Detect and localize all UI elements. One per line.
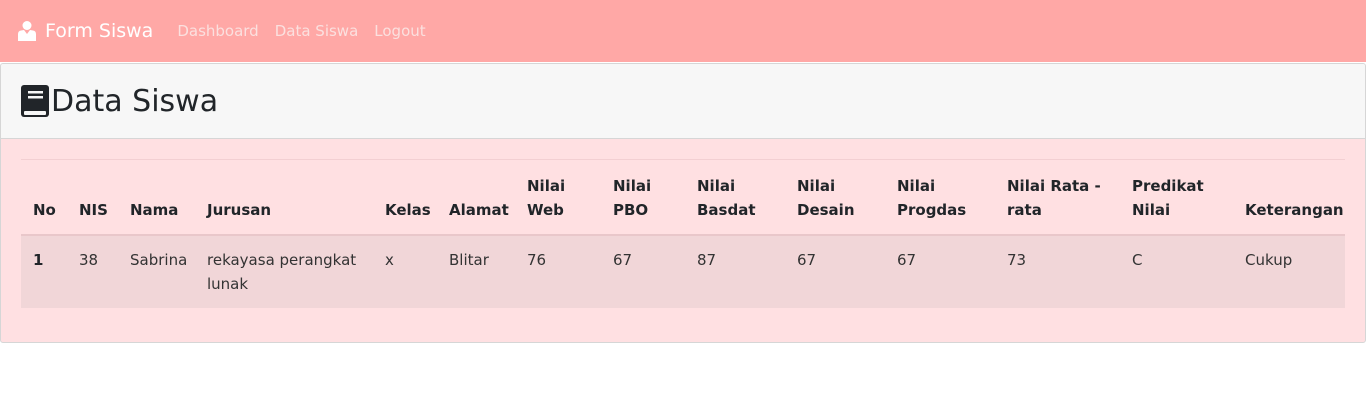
cell-nilai-web: 76 (515, 234, 601, 308)
cell-nilai-rata: 73 (995, 234, 1120, 308)
navbar: Form Siswa Dashboard Data Siswa Logout (0, 0, 1366, 62)
cell-jurusan: rekayasa perangkat lunak (195, 234, 373, 308)
cell-nama: Sabrina (118, 234, 195, 308)
brand-link[interactable]: Form Siswa (16, 20, 153, 42)
col-header: NIS (67, 159, 118, 236)
col-header: Nama (118, 159, 195, 236)
col-header: Alamat (437, 159, 515, 236)
cell-kelas: x (373, 234, 437, 308)
card-header: Data Siswa (1, 64, 1365, 139)
col-header: Keterangan (1233, 159, 1345, 236)
cell-nilai-basdat: 87 (685, 234, 785, 308)
col-header: Jurusan (195, 159, 373, 236)
student-table: No NIS Nama Jurusan Kelas Alamat Nilai W… (21, 159, 1345, 308)
card-body: No NIS Nama Jurusan Kelas Alamat Nilai W… (1, 139, 1365, 308)
col-header: Nilai Web (515, 159, 601, 236)
col-header: Kelas (373, 159, 437, 236)
page-title: Data Siswa (51, 83, 219, 119)
nav-dashboard[interactable]: Dashboard (177, 22, 258, 40)
cell-no: 1 (21, 234, 67, 308)
cell-alamat: Blitar (437, 234, 515, 308)
cell-nilai-progdas: 67 (885, 234, 995, 308)
col-header: Nilai Desain (785, 159, 885, 236)
col-header: Nilai PBO (601, 159, 685, 236)
col-header: Nilai Rata - rata (995, 159, 1120, 236)
nav-data-siswa[interactable]: Data Siswa (275, 22, 359, 40)
brand-title: Form Siswa (45, 20, 154, 42)
cell-nilai-desain: 67 (785, 234, 885, 308)
book-icon (21, 85, 49, 117)
col-header: Nilai Progdas (885, 159, 995, 236)
cell-keterangan: Cukup (1233, 234, 1345, 308)
col-header: No (21, 159, 67, 236)
cell-nis: 38 (67, 234, 118, 308)
col-header: Nilai Basdat (685, 159, 785, 236)
table-header-row: No NIS Nama Jurusan Kelas Alamat Nilai W… (21, 159, 1345, 236)
cell-nilai-pbo: 67 (601, 234, 685, 308)
table-row: 1 38 Sabrina rekayasa perangkat lunak x … (21, 234, 1345, 308)
col-header: Predikat Nilai (1120, 159, 1233, 236)
cell-predikat: C (1120, 234, 1233, 308)
user-graduate-icon (16, 20, 38, 42)
nav-logout[interactable]: Logout (374, 22, 425, 40)
data-card: Data Siswa No NIS Nama Jurusan Kelas Ala… (0, 63, 1366, 343)
